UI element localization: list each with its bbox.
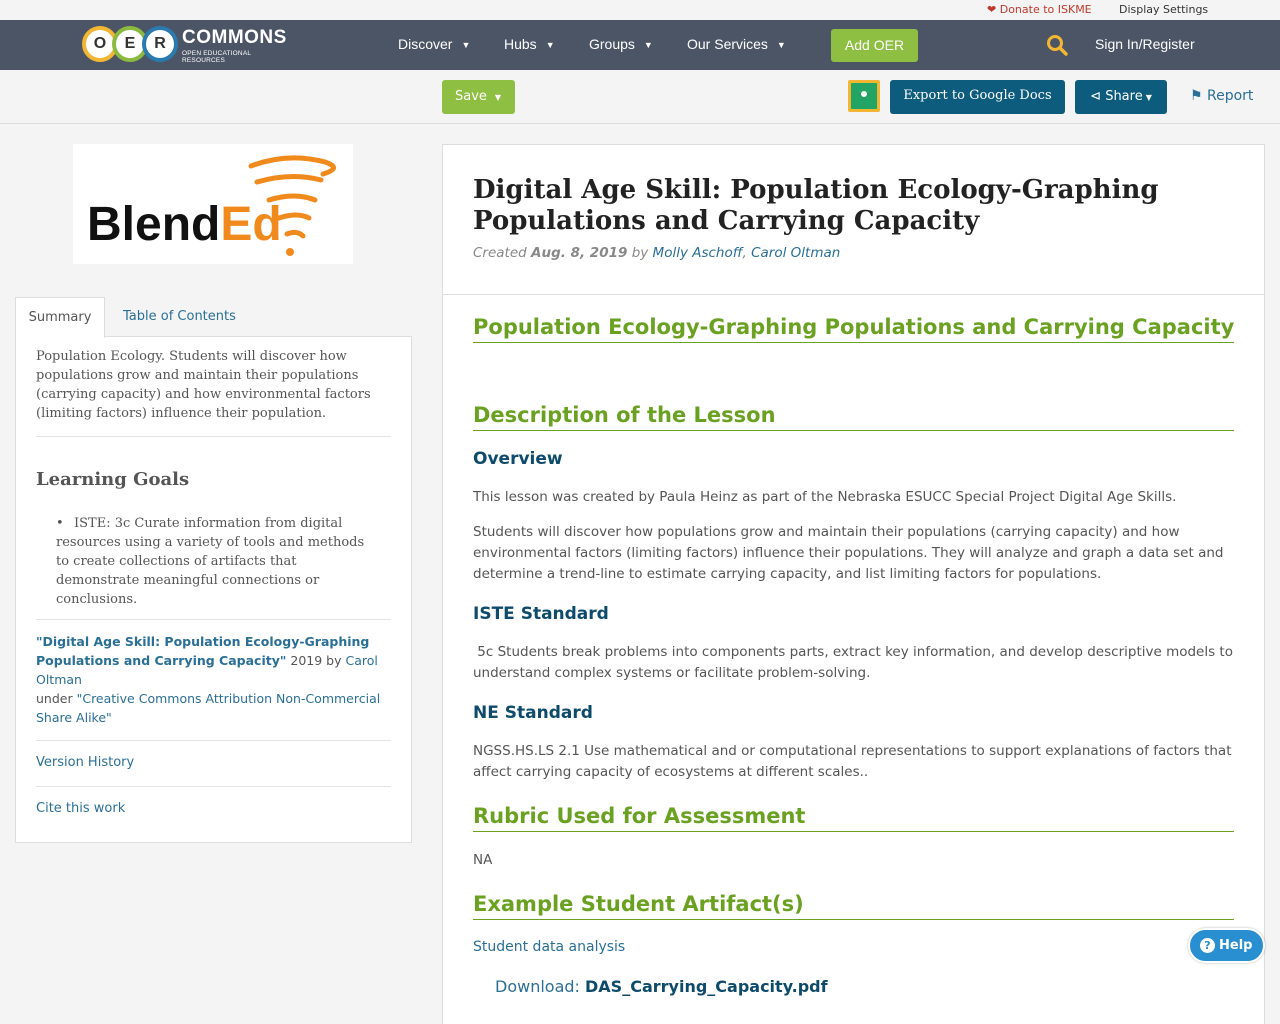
nav-discover-label: Discover [398, 36, 453, 52]
google-classroom-icon[interactable] [848, 80, 880, 112]
license-link[interactable]: "Creative Commons Attribution Non-Commer… [36, 691, 380, 725]
section-heading-population-ecology: Population Ecology-Graphing Populations … [473, 312, 1234, 343]
chevron-down-icon: ▼ [545, 40, 555, 50]
question-icon: ? [1200, 938, 1215, 953]
nav-discover[interactable]: Discover ▼ [398, 36, 470, 52]
download-row: Download: DAS_Carrying_Capacity.pdf [495, 977, 828, 996]
nav-groups[interactable]: Groups ▼ [589, 36, 653, 52]
logo-letter-r: R [142, 26, 178, 62]
learning-goals-heading: Learning Goals [36, 469, 190, 490]
summary-text: Population Ecology. Students will discov… [36, 349, 371, 421]
utility-bar: ❤ Donate to ISKME Display Settings [0, 0, 1280, 20]
author-link-1[interactable]: Molly Aschoff [653, 245, 743, 261]
attribution: "Digital Age Skill: Population Ecology-G… [36, 632, 381, 727]
learning-goal-item: • ISTE: 3c Curate information from digit… [56, 514, 376, 609]
help-label: Help [1219, 938, 1253, 953]
nav-our-services[interactable]: Our Services ▼ [687, 36, 786, 52]
attribution-under: under [36, 691, 77, 706]
nav-our-services-label: Our Services [687, 36, 768, 52]
oer-commons-logo[interactable]: O E R COMMONS OPEN EDUCATIONAL RESOURCES [82, 26, 287, 64]
bullet-icon: • [56, 516, 64, 531]
ne-standard-heading: NE Standard [473, 703, 593, 723]
blended-logo-text: BlendEd [87, 198, 282, 251]
nav-hubs[interactable]: Hubs ▼ [504, 36, 555, 52]
divider [36, 786, 391, 787]
search-icon[interactable] [1046, 34, 1068, 56]
sign-in-register-link[interactable]: Sign In/Register [1095, 36, 1195, 52]
share-label: Share [1105, 89, 1143, 104]
version-history-link[interactable]: Version History [36, 755, 134, 770]
learning-goal-text: ISTE: 3c Curate information from digital… [56, 516, 365, 607]
student-data-analysis-link[interactable]: Student data analysis [473, 939, 625, 955]
page-title: Digital Age Skill: Population Ecology-Gr… [473, 175, 1159, 236]
overview-heading: Overview [473, 449, 563, 469]
flag-icon: ⚑ [1190, 88, 1203, 104]
display-settings-link[interactable]: Display Settings [1119, 3, 1208, 16]
ne-standard-paragraph: NGSS.HS.LS 2.1 Use mathematical and or c… [473, 743, 1232, 780]
main-nav: O E R COMMONS OPEN EDUCATIONAL RESOURCES… [0, 20, 1280, 70]
donate-label[interactable]: Donate to ISKME [1000, 3, 1092, 16]
chevron-down-icon: ▼ [494, 93, 502, 102]
add-oer-button[interactable]: Add OER [831, 29, 918, 62]
export-google-docs-button[interactable]: Export to Google Docs [890, 80, 1065, 114]
divider [36, 619, 391, 620]
logo-subtitle: OPEN EDUCATIONAL RESOURCES [182, 50, 251, 64]
overview-paragraph-2: Students will discover how populations g… [473, 524, 1224, 582]
iste-standard-paragraph: 5c Students break problems into componen… [473, 644, 1233, 681]
logo-title: COMMONS [182, 27, 287, 48]
rubric-paragraph: NA [473, 852, 493, 868]
tab-table-of-contents[interactable]: Table of Contents [123, 297, 236, 337]
blended-logo-image: BlendEd [87, 155, 336, 256]
chevron-down-icon: ▼ [461, 40, 471, 50]
save-button[interactable]: Save ▼ [442, 80, 515, 114]
created-line: Created Aug. 8, 2019 by Molly Aschoff, C… [473, 245, 841, 261]
section-heading-rubric: Rubric Used for Assessment [473, 801, 1234, 832]
author-link-2[interactable]: Carol Oltman [751, 245, 840, 261]
created-date: Aug. 8, 2019 [531, 245, 628, 261]
download-label: Download: [495, 977, 580, 996]
divider [36, 740, 391, 741]
nav-hubs-label: Hubs [504, 36, 537, 52]
section-heading-student-artifacts: Example Student Artifact(s) [473, 889, 1234, 920]
divider [36, 436, 391, 437]
overview-paragraph-1: This lesson was created by Paula Heinz a… [473, 489, 1177, 505]
created-label: Created [473, 245, 527, 261]
summary-panel: Population Ecology. Students will discov… [15, 336, 412, 843]
created-by: by [631, 245, 649, 261]
divider [443, 294, 1264, 295]
save-label: Save [455, 89, 487, 104]
nav-groups-label: Groups [589, 36, 635, 52]
chevron-down-icon: ▼ [1145, 93, 1152, 102]
download-file-link[interactable]: DAS_Carrying_Capacity.pdf [585, 977, 828, 996]
sidebar-tabs: Summary Table of Contents [15, 297, 412, 338]
action-bar: Save ▼ Export to Google Docs ⊲ Share ▼ ⚑ R… [0, 70, 1280, 124]
chevron-down-icon: ▼ [643, 40, 653, 50]
attribution-year: 2019 by [286, 653, 346, 668]
tab-summary[interactable]: Summary [15, 297, 105, 338]
iste-standard-heading: ISTE Standard [473, 604, 609, 624]
share-icon: ⊲ [1090, 89, 1102, 104]
share-button[interactable]: ⊲ Share ▼ [1075, 80, 1167, 114]
cite-this-work-link[interactable]: Cite this work [36, 801, 125, 816]
help-button[interactable]: ? Help [1188, 928, 1265, 963]
report-label: Report [1207, 88, 1254, 104]
section-heading-description: Description of the Lesson [473, 400, 1234, 431]
donate-link[interactable]: ❤ Donate to ISKME [987, 3, 1092, 16]
resource-logo: BlendEd [73, 144, 353, 264]
chevron-down-icon: ▼ [776, 40, 786, 50]
report-link[interactable]: ⚑ Report [1190, 88, 1253, 104]
content-card: Digital Age Skill: Population Ecology-Gr… [442, 144, 1265, 1024]
